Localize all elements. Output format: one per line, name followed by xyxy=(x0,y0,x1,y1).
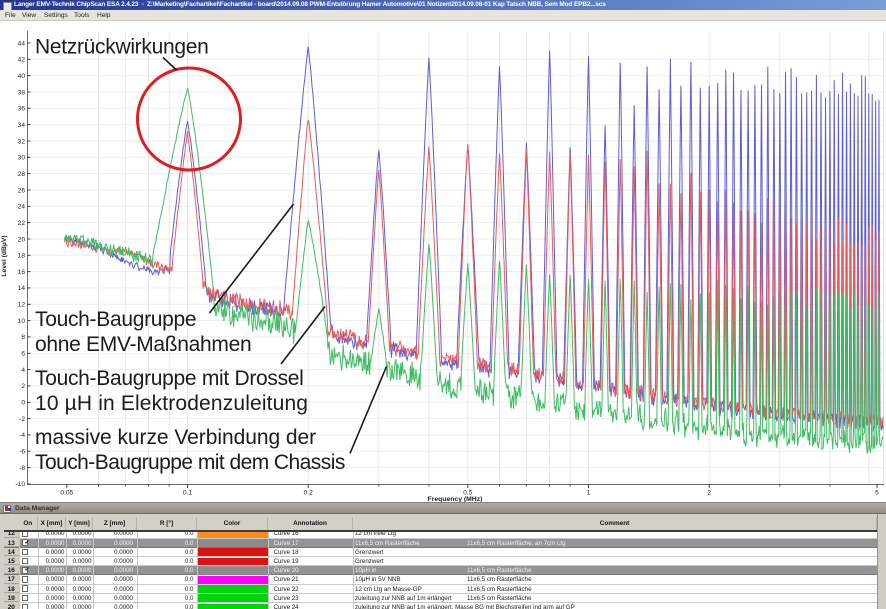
svg-text:42: 42 xyxy=(18,57,26,64)
svg-text:28: 28 xyxy=(18,171,26,178)
svg-text:2: 2 xyxy=(21,383,25,390)
svg-text:16: 16 xyxy=(18,269,26,276)
svg-text:-6: -6 xyxy=(19,449,25,456)
svg-text:26: 26 xyxy=(18,187,26,194)
svg-text:2: 2 xyxy=(707,490,711,497)
svg-text:0.05: 0.05 xyxy=(60,490,73,497)
svg-text:Touch-Baugruppe mit dem Chassi: Touch-Baugruppe mit dem Chassis xyxy=(35,451,345,474)
svg-text:10 µH in Elektrodenzuleitung: 10 µH in Elektrodenzuleitung xyxy=(35,392,308,415)
svg-text:4: 4 xyxy=(21,367,25,374)
svg-text:14: 14 xyxy=(18,285,26,292)
svg-text:Level (dBµV): Level (dBµV) xyxy=(1,235,8,276)
svg-text:12: 12 xyxy=(18,302,26,309)
svg-text:20: 20 xyxy=(18,236,26,243)
svg-text:24: 24 xyxy=(18,204,26,211)
svg-text:-8: -8 xyxy=(19,465,25,472)
svg-text:Netzrückwirkungen: Netzrückwirkungen xyxy=(35,36,208,59)
svg-text:36: 36 xyxy=(18,106,26,113)
svg-text:-10: -10 xyxy=(15,481,25,488)
svg-text:30: 30 xyxy=(18,155,26,162)
svg-text:32: 32 xyxy=(18,138,26,145)
svg-text:38: 38 xyxy=(18,89,26,96)
svg-text:-4: -4 xyxy=(19,432,25,439)
svg-text:8: 8 xyxy=(21,334,25,341)
svg-text:5: 5 xyxy=(875,490,879,497)
svg-text:10: 10 xyxy=(18,318,26,325)
svg-text:44: 44 xyxy=(18,40,26,47)
svg-text:0: 0 xyxy=(21,400,25,407)
svg-text:Touch-Baugruppe: Touch-Baugruppe xyxy=(35,308,196,331)
svg-text:0.1: 0.1 xyxy=(183,490,192,497)
svg-text:-2: -2 xyxy=(19,416,25,423)
svg-text:1: 1 xyxy=(587,490,591,497)
svg-text:ohne EMV-Maßnahmen: ohne EMV-Maßnahmen xyxy=(35,333,251,356)
svg-text:Touch-Baugruppe mit Drossel: Touch-Baugruppe mit Drossel xyxy=(35,367,304,390)
svg-text:6: 6 xyxy=(21,351,25,358)
svg-text:massive kurze Verbindung der: massive kurze Verbindung der xyxy=(35,426,316,449)
svg-text:18: 18 xyxy=(18,253,26,260)
svg-text:34: 34 xyxy=(18,122,26,129)
svg-text:40: 40 xyxy=(18,73,26,80)
svg-text:22: 22 xyxy=(18,220,26,227)
svg-text:0.2: 0.2 xyxy=(304,490,313,497)
